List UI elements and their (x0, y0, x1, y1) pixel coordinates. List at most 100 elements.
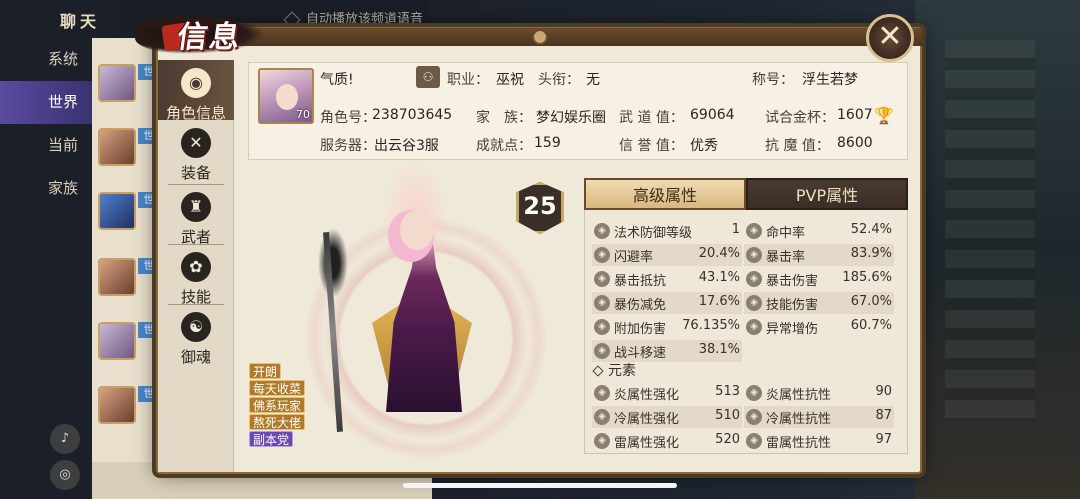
tab-family[interactable]: 家族 (0, 167, 92, 210)
attr-row: ◈ 炎属性抗性 90 (744, 382, 894, 404)
ice-icon: ◈ (594, 409, 610, 425)
personality-tags: 开朗 每天收菜 佛系玩家 熬死大佬 副本党 (249, 363, 306, 448)
nickname-value: 浮生若梦 (802, 72, 858, 88)
temperament-text: 气质! (320, 72, 354, 88)
achievement-label: 成就点： (476, 138, 532, 154)
thunder-icon: ◈ (594, 433, 610, 449)
attr-row: ◈ 冷属性强化 510 (592, 406, 742, 428)
auto-play-voice-toggle[interactable]: 自动播放该频道语音 (283, 8, 424, 28)
character-info-icon: ◉ (181, 68, 211, 98)
tag-daily-harvest: 每天收菜 (249, 380, 306, 396)
role-id-label: 角色号： (320, 110, 376, 126)
auto-play-label: 自动播放该频道语音 (306, 12, 424, 27)
flame-swirl-icon: ✿ (181, 252, 211, 282)
background-scenery (915, 0, 1080, 499)
dialog-title: 信息 (175, 20, 244, 55)
attr-row: ◈ 技能伤害 67.0% (744, 292, 894, 314)
tab-current[interactable]: 当前 (0, 124, 92, 167)
attr-icon: ◈ (594, 319, 610, 335)
chat-avatar[interactable] (98, 192, 136, 230)
job-label: 职业： (447, 72, 489, 88)
microphone-icon[interactable]: ◎ (50, 460, 80, 490)
nav-soul[interactable]: ☯ 御魂 (158, 312, 234, 367)
chat-avatar[interactable] (98, 322, 136, 360)
close-button[interactable]: ✕ (866, 14, 914, 62)
achievement-value: 159 (534, 135, 561, 151)
chat-channel-tabs: 系统 世界 当前 家族 (0, 38, 92, 210)
attr-row: ◈ 冷属性抗性 87 (744, 406, 894, 428)
trial-label: 试合金杯： (765, 110, 835, 126)
chat-avatar[interactable] (98, 258, 136, 296)
crossed-swords-icon: ✕ (181, 128, 211, 158)
ornament-knob (532, 29, 548, 45)
demon-mask-icon: ☯ (181, 312, 211, 342)
attr-row: ◈ 战斗移速 38.1% (592, 340, 742, 362)
attr-row: ◈ 异常增伤 60.7% (744, 316, 894, 338)
attr-icon: ◈ (746, 223, 762, 239)
chat-avatar[interactable] (98, 386, 136, 424)
fire-icon: ◈ (746, 385, 762, 401)
attr-row: ◈ 雷属性抗性 97 (744, 430, 894, 452)
tag-casual-player: 佛系玩家 (249, 397, 306, 413)
attr-row: ◈ 暴击抵抗 43.1% (592, 268, 742, 290)
server-value: 出云谷3服 (374, 138, 439, 154)
nickname-label: 称号： (752, 72, 794, 88)
martial-value: 69064 (690, 107, 735, 123)
martial-label: 武 道 值： (619, 110, 684, 126)
role-id-value: 238703645 (372, 107, 453, 123)
attr-row: ◈ 命中率 52.4% (744, 220, 894, 242)
attr-icon: ◈ (746, 319, 762, 335)
nav-skills[interactable]: ✿ 技能 (158, 252, 234, 307)
nav-equipment[interactable]: ✕ 装备 (158, 128, 234, 183)
fire-icon: ◈ (594, 385, 610, 401)
samurai-helmet-icon: ♜ (181, 192, 211, 222)
character-head (400, 210, 434, 250)
tag-dungeon-player: 副本党 (249, 431, 294, 447)
attr-icon: ◈ (594, 343, 610, 359)
family-label: 家 族： (476, 110, 532, 126)
credit-label: 信 誉 值： (619, 138, 684, 154)
tab-advanced-attributes[interactable]: 高级属性 (584, 178, 746, 210)
nav-character-info[interactable]: ◉ 角色信息 (158, 60, 234, 122)
title-value: 无 (586, 72, 600, 88)
add-friend-icon[interactable]: ⚇ (416, 66, 440, 88)
chat-avatar[interactable] (98, 128, 136, 166)
attr-row: ◈ 暴击率 83.9% (744, 244, 894, 266)
attr-icon: ◈ (594, 223, 610, 239)
nav-label: 装备 (180, 164, 211, 182)
speaker-icon[interactable]: ♪ (50, 424, 80, 454)
trophy-icon: 🏆 (874, 106, 894, 125)
home-indicator[interactable] (403, 483, 677, 488)
character-portrait: 70 (258, 68, 314, 124)
server-label: 服务器： (320, 138, 376, 154)
nav-divider (168, 304, 224, 305)
nav-divider (168, 244, 224, 245)
tab-pvp-attributes[interactable]: PVP属性 (746, 178, 908, 210)
attr-icon: ◈ (746, 295, 762, 311)
chat-avatar[interactable] (98, 64, 136, 102)
attr-row: ◈ 炎属性强化 513 (592, 382, 742, 404)
thunder-icon: ◈ (746, 433, 762, 449)
job-value: 巫祝 (496, 72, 524, 88)
nav-label: 御魂 (180, 348, 211, 366)
element-section-title: 元素 (592, 360, 636, 380)
attr-icon: ◈ (746, 247, 762, 263)
attr-icon: ◈ (594, 271, 610, 287)
tab-world[interactable]: 世界 (0, 81, 92, 124)
attr-row: ◈ 附加伤害 76.135% (592, 316, 742, 338)
trial-value: 1607 (837, 107, 873, 123)
attr-row: ◈ 闪避率 20.4% (592, 244, 742, 266)
portrait-face (276, 84, 298, 110)
tag-cheerful: 开朗 (249, 363, 282, 379)
portrait-level: 70 (296, 108, 310, 121)
nav-label: 角色信息 (165, 104, 226, 122)
attr-icon: ◈ (594, 247, 610, 263)
info-side-nav: ◉ 角色信息 ✕ 装备 ♜ 武者 ✿ 技能 ☯ 御魂 (158, 60, 234, 472)
nav-warrior[interactable]: ♜ 武者 (158, 192, 234, 247)
attr-icon: ◈ (746, 271, 762, 287)
tab-system[interactable]: 系统 (0, 38, 92, 81)
attr-row: ◈ 暴伤减免 17.6% (592, 292, 742, 314)
anti-demon-value: 8600 (837, 135, 873, 151)
chat-title: 聊天 (60, 12, 101, 31)
family-value: 梦幻娱乐圈 (536, 110, 606, 126)
